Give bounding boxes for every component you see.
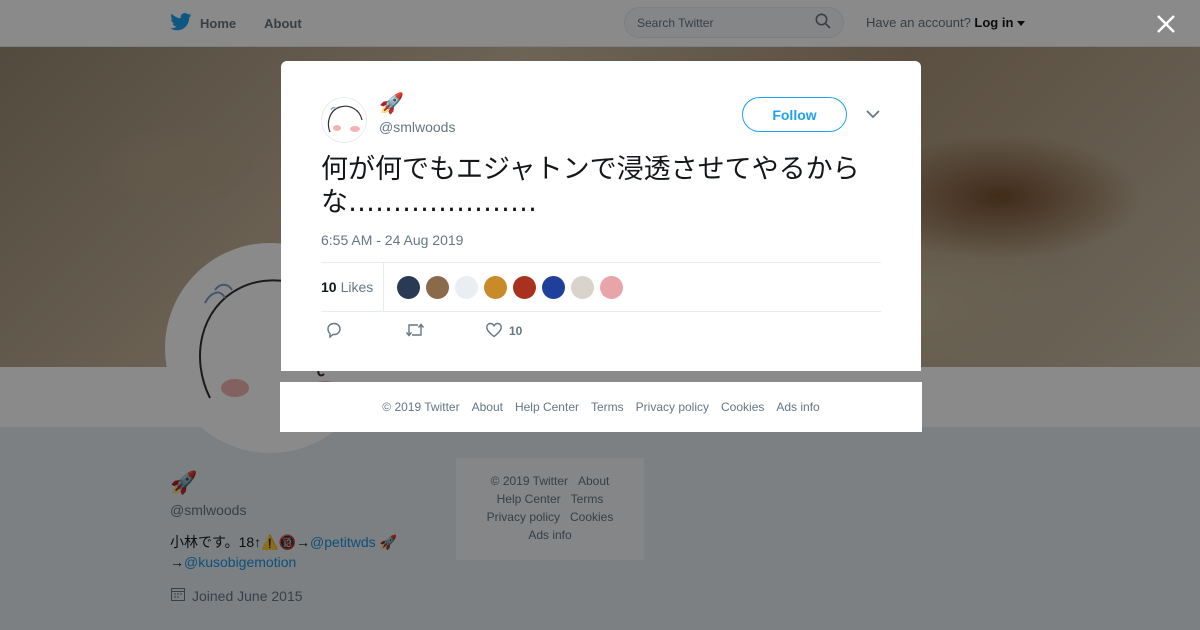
- tweet-author-handle[interactable]: @smlwoods: [379, 119, 455, 135]
- chevron-down-icon[interactable]: [865, 107, 881, 119]
- tweet-modal: 🚀 @smlwoods Follow 何が何でもエジャトンで浸透させてやるからな…: [281, 61, 921, 371]
- footer-terms[interactable]: Terms: [591, 400, 624, 414]
- liker-avatar[interactable]: [426, 275, 449, 299]
- tweet-author-avatar[interactable]: [321, 97, 367, 143]
- close-icon[interactable]: [1152, 10, 1180, 38]
- liker-avatars: [397, 275, 623, 299]
- footer-copyright: © 2019 Twitter: [382, 400, 460, 414]
- tweet-author-name[interactable]: 🚀: [379, 91, 404, 116]
- liker-avatar[interactable]: [513, 275, 536, 299]
- footer-ads-info[interactable]: Ads info: [776, 400, 819, 414]
- modal-footer: © 2019 Twitter About Help Center Terms P…: [280, 382, 922, 432]
- likes-count[interactable]: 10 Likes: [321, 263, 384, 311]
- liker-avatar[interactable]: [455, 275, 478, 299]
- liker-avatar[interactable]: [571, 275, 594, 299]
- footer-help-center[interactable]: Help Center: [515, 400, 579, 414]
- tweet-stats: 10 Likes: [321, 262, 881, 312]
- retweet-button[interactable]: [405, 321, 425, 342]
- liker-avatar[interactable]: [397, 275, 420, 299]
- liker-avatar[interactable]: [484, 275, 507, 299]
- heart-icon: [485, 321, 503, 342]
- follow-button[interactable]: Follow: [742, 97, 847, 132]
- tweet-text: 何が何でもエジャトンで浸透させてやるからな…………………: [321, 154, 860, 218]
- reply-button[interactable]: [325, 321, 343, 342]
- footer-about[interactable]: About: [472, 400, 503, 414]
- footer-privacy[interactable]: Privacy policy: [636, 400, 709, 414]
- footer-cookies[interactable]: Cookies: [721, 400, 764, 414]
- like-count: 10: [509, 324, 523, 338]
- tweet-actions: 10: [321, 319, 881, 343]
- reply-icon: [325, 321, 343, 342]
- like-button[interactable]: 10: [485, 321, 522, 342]
- tweet-timestamp[interactable]: 6:55 AM - 24 Aug 2019: [321, 232, 463, 248]
- likes-number: 10: [321, 279, 337, 295]
- likes-label: Likes: [340, 279, 374, 295]
- liker-avatar[interactable]: [542, 275, 565, 299]
- liker-avatar[interactable]: [600, 275, 623, 299]
- retweet-icon: [405, 321, 425, 342]
